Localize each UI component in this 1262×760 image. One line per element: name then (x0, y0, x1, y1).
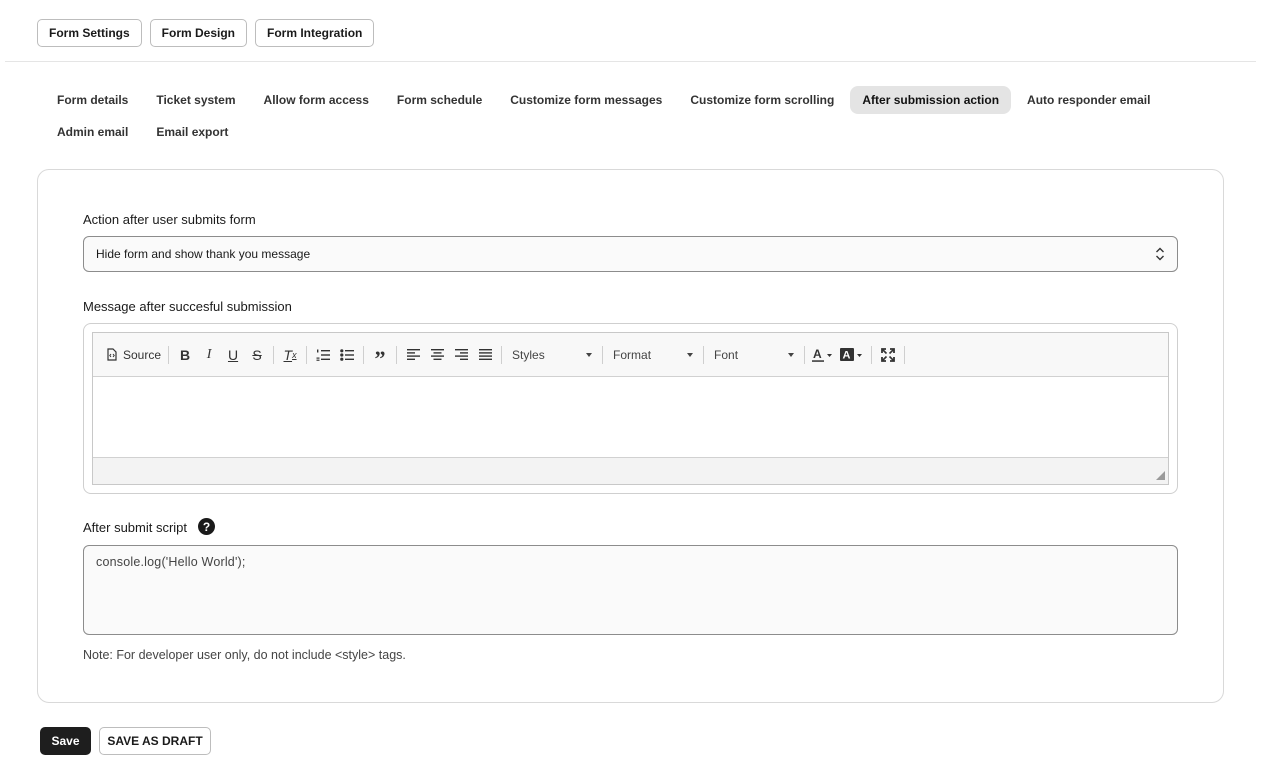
after-submit-script-input[interactable]: console.log('Hello World'); (83, 545, 1178, 635)
form-design-button[interactable]: Form Design (149, 19, 248, 47)
chevron-up-down-icon (1156, 247, 1164, 261)
caret-down-icon (788, 352, 795, 357)
toolbar-separator (363, 345, 365, 364)
blockquote-icon[interactable]: ” (368, 343, 392, 369)
align-center-icon[interactable] (425, 343, 449, 367)
help-icon[interactable]: ? (198, 518, 215, 535)
settings-subtabs: Form details Ticket system Allow form ac… (45, 86, 1225, 146)
top-nav: Form Settings Form Design Form Integrati… (37, 19, 375, 47)
font-label: Font (714, 347, 739, 362)
svg-text:A: A (843, 349, 851, 361)
format-dropdown[interactable]: Format (607, 343, 699, 367)
tab-customize-form-scrolling[interactable]: Customize form scrolling (678, 86, 846, 114)
editor-toolbar: Source B I U S Tx ” Styles Format Font A… (93, 333, 1168, 377)
tab-form-schedule[interactable]: Form schedule (385, 86, 494, 114)
toolbar-separator (501, 345, 503, 364)
styles-label: Styles (512, 347, 545, 362)
editor-footer (93, 457, 1168, 484)
align-right-icon[interactable] (449, 343, 473, 367)
tab-admin-email[interactable]: Admin email (45, 118, 140, 146)
font-dropdown[interactable]: Font (708, 343, 800, 367)
tab-customize-form-messages[interactable]: Customize form messages (498, 86, 674, 114)
form-integration-button[interactable]: Form Integration (255, 19, 375, 47)
toolbar-separator (871, 345, 873, 364)
text-color-icon[interactable]: A (809, 343, 837, 367)
toolbar-separator (396, 345, 398, 364)
align-left-icon[interactable] (401, 343, 425, 367)
underline-icon[interactable]: U (221, 343, 245, 367)
bulleted-list-icon[interactable] (335, 343, 359, 367)
format-label: Format (613, 347, 652, 362)
header-divider (5, 61, 1256, 62)
tab-after-submission-action[interactable]: After submission action (850, 86, 1012, 114)
action-label: Action after user submits form (83, 212, 256, 227)
save-button[interactable]: Save (40, 727, 91, 755)
source-icon (107, 348, 117, 361)
remove-format-icon[interactable]: Tx (278, 343, 302, 367)
message-editor-wrapper: Source B I U S Tx ” Styles Format Font A… (83, 323, 1178, 494)
toolbar-separator (273, 345, 275, 364)
bold-icon[interactable]: B (173, 343, 197, 367)
form-settings-button[interactable]: Form Settings (37, 19, 142, 47)
toolbar-separator (602, 345, 604, 364)
source-label: Source (123, 347, 162, 362)
caret-down-icon (687, 352, 694, 357)
script-label: After submit script (83, 520, 188, 535)
toolbar-separator (306, 345, 308, 364)
toolbar-separator (703, 345, 705, 364)
styles-dropdown[interactable]: Styles (506, 343, 598, 367)
rich-text-editor: Source B I U S Tx ” Styles Format Font A… (92, 332, 1169, 485)
align-justify-icon[interactable] (473, 343, 497, 367)
developer-note: Note: For developer user only, do not in… (83, 648, 406, 662)
numbered-list-icon[interactable] (311, 343, 335, 367)
resize-handle-icon[interactable] (1156, 471, 1165, 480)
settings-card: Action after user submits form Hide form… (37, 169, 1224, 703)
background-color-icon[interactable]: A (837, 343, 867, 367)
strikethrough-icon[interactable]: S (245, 343, 269, 367)
toolbar-separator (904, 345, 906, 364)
tab-email-export[interactable]: Email export (144, 118, 240, 146)
tab-form-details[interactable]: Form details (45, 86, 140, 114)
tab-ticket-system[interactable]: Ticket system (144, 86, 247, 114)
maximize-icon[interactable] (876, 343, 900, 367)
tab-auto-responder-email[interactable]: Auto responder email (1015, 86, 1162, 114)
action-select-value: Hide form and show thank you message (96, 247, 311, 261)
save-as-draft-button[interactable]: SAVE AS DRAFT (99, 727, 211, 755)
italic-icon[interactable]: I (197, 343, 221, 367)
source-button[interactable]: Source (103, 343, 164, 367)
tab-allow-form-access[interactable]: Allow form access (252, 86, 381, 114)
action-select[interactable]: Hide form and show thank you message (83, 236, 1178, 272)
toolbar-separator (168, 345, 170, 364)
editor-content-area[interactable] (93, 377, 1168, 457)
caret-down-icon (586, 352, 593, 357)
message-label: Message after succesful submission (83, 299, 292, 314)
toolbar-separator (804, 345, 806, 364)
svg-text:A: A (813, 348, 822, 361)
